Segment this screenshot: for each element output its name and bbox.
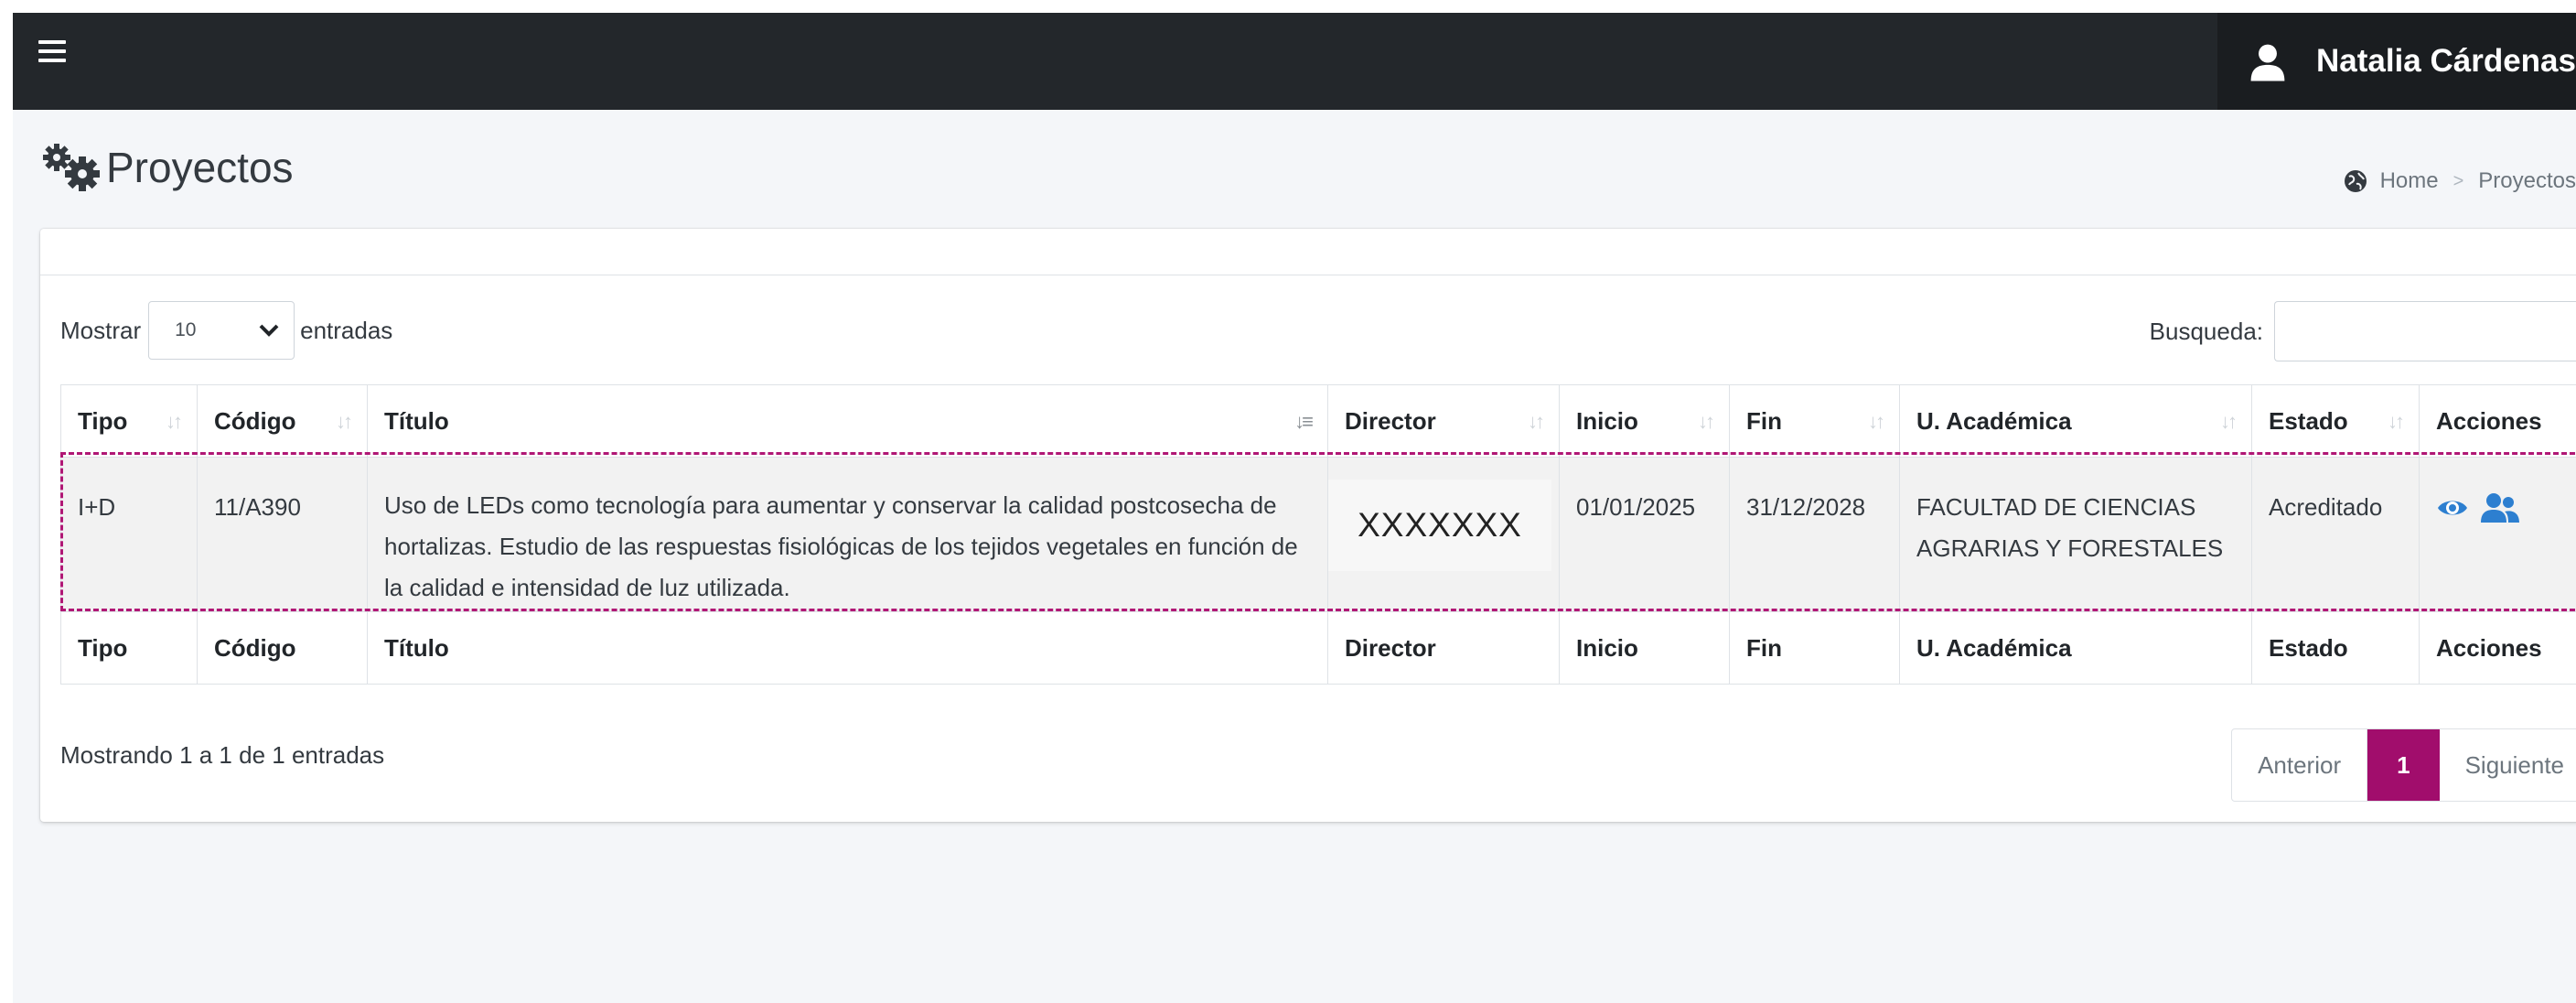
page-title: Proyectos xyxy=(106,144,294,191)
cell-codigo: 11/A390 xyxy=(197,457,368,612)
cell-titulo: Uso de LEDs como tecnología para aumenta… xyxy=(367,457,1328,612)
footer-unidad: U. Académica xyxy=(1899,611,2252,685)
page-header: Proyectos xyxy=(40,141,294,194)
cell-inicio: 01/01/2025 xyxy=(1559,457,1730,612)
entries-length-control: Mostrar 10 entradas xyxy=(60,301,392,360)
pagination: Anterior 1 Siguiente xyxy=(2231,728,2576,802)
sort-icon: ↓↑ xyxy=(2388,410,2405,433)
prev-page-button[interactable]: Anterior xyxy=(2232,729,2368,801)
gears-icon xyxy=(43,144,100,191)
cell-unidad: FACULTAD DE CIENCIAS AGRARIAS Y FORESTAL… xyxy=(1899,457,2252,612)
table-header-row: Tipo ↓↑ Código ↓↑ Título ↓≡ Director ↓↑ Inic… xyxy=(60,384,2576,458)
sort-icon: ↓↑ xyxy=(166,410,183,433)
col-header-director[interactable]: Director ↓↑ xyxy=(1327,384,1560,458)
entries-select-value: 10 xyxy=(175,319,197,340)
breadcrumb-home[interactable]: Home xyxy=(2380,168,2439,194)
page-1-button[interactable]: 1 xyxy=(2367,729,2440,801)
table-footer-row: Tipo Código Título Director Inicio Fin U… xyxy=(60,611,2576,685)
sort-icon: ↓↑ xyxy=(1868,410,1885,433)
next-page-button[interactable]: Siguiente xyxy=(2440,729,2576,801)
sort-icon: ↓↑ xyxy=(1528,410,1545,433)
col-header-fin[interactable]: Fin ↓↑ xyxy=(1729,384,1900,458)
col-header-tipo[interactable]: Tipo ↓↑ xyxy=(60,384,198,458)
search-label: Busqueda: xyxy=(2149,317,2263,345)
user-name: Natalia Cárdenas xyxy=(2315,43,2576,79)
length-label-after: entradas xyxy=(300,316,393,344)
search-control: Busqueda: xyxy=(2150,301,2576,361)
sort-asc-icon: ↓≡ xyxy=(1294,410,1314,433)
footer-acciones: Acciones xyxy=(2419,611,2576,685)
menu-icon[interactable] xyxy=(38,40,66,68)
row-actions xyxy=(2436,487,2576,523)
director-name: XXXXXXX xyxy=(1328,480,1551,571)
projects-table: Tipo ↓↑ Código ↓↑ Título ↓≡ Director ↓↑ Inic… xyxy=(60,384,2576,685)
col-header-estado[interactable]: Estado ↓↑ xyxy=(2251,384,2420,458)
footer-estado: Estado xyxy=(2251,611,2420,685)
cell-acciones xyxy=(2419,457,2576,612)
sort-icon: ↓↑ xyxy=(1698,410,1715,433)
breadcrumb-separator: > xyxy=(2453,170,2464,191)
table-row: I+D 11/A390 Uso de LEDs como tecnología … xyxy=(60,457,2576,612)
footer-director: Director xyxy=(1327,611,1560,685)
length-label-before: Mostrar xyxy=(60,316,142,344)
cell-tipo: I+D xyxy=(60,457,198,612)
projects-card: Mostrar 10 entradas Busqueda: Tipo ↓↑ Cód… xyxy=(40,229,2576,822)
breadcrumb-current: Proyectos xyxy=(2478,168,2576,193)
footer-inicio: Inicio xyxy=(1559,611,1730,685)
breadcrumb: Home > Proyectos xyxy=(2344,168,2576,194)
col-header-inicio[interactable]: Inicio ↓↑ xyxy=(1559,384,1730,458)
footer-tipo: Tipo xyxy=(60,611,198,685)
eye-icon[interactable] xyxy=(2436,496,2469,520)
col-header-titulo[interactable]: Título ↓≡ xyxy=(367,384,1328,458)
users-icon[interactable] xyxy=(2480,492,2520,523)
footer-titulo: Título xyxy=(367,611,1328,685)
sort-icon: ↓↑ xyxy=(336,410,353,433)
table-info: Mostrando 1 a 1 de 1 entradas xyxy=(60,741,385,769)
footer-codigo: Código xyxy=(197,611,368,685)
cell-estado: Acreditado xyxy=(2251,457,2420,612)
app-frame: Natalia Cárdenas Proyectos Home > Proyec… xyxy=(13,13,2576,1003)
col-header-acciones: Acciones xyxy=(2419,384,2576,458)
user-menu[interactable]: Natalia Cárdenas xyxy=(2217,13,2576,110)
globe-icon xyxy=(2344,170,2367,192)
top-navbar: Natalia Cárdenas xyxy=(13,13,2576,110)
user-icon xyxy=(2250,44,2285,81)
cell-fin: 31/12/2028 xyxy=(1729,457,1900,612)
col-header-codigo[interactable]: Código ↓↑ xyxy=(197,384,368,458)
chevron-down-icon xyxy=(259,324,279,337)
col-header-unidad[interactable]: U. Académica ↓↑ xyxy=(1899,384,2252,458)
footer-fin: Fin xyxy=(1729,611,1900,685)
cell-director: XXXXXXX xyxy=(1327,457,1560,612)
card-header xyxy=(40,229,2576,275)
search-input[interactable] xyxy=(2274,301,2576,361)
sort-icon: ↓↑ xyxy=(2220,410,2238,433)
entries-select[interactable]: 10 xyxy=(148,301,295,360)
